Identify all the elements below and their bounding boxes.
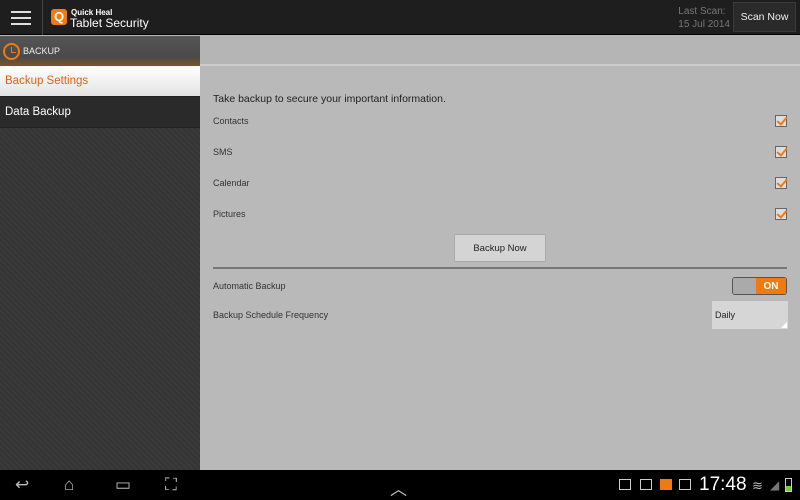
battery-icon <box>785 478 792 492</box>
last-scan-label: Last Scan: <box>678 6 726 17</box>
screenshot-icon[interactable]: ⛶ <box>165 475 177 495</box>
quick-heal-logo: Q <box>51 9 67 25</box>
pictures-label: Pictures <box>213 209 246 219</box>
sidebar: BACKUP Backup Settings Data Backup <box>0 36 200 470</box>
chevron-up-icon[interactable]: ︿ <box>390 475 407 500</box>
recent-apps-icon[interactable]: ▭ <box>115 475 131 495</box>
pictures-row[interactable]: Pictures <box>213 206 787 222</box>
main-header-band <box>200 36 800 66</box>
back-icon[interactable]: ↩ <box>15 475 29 495</box>
gallery-icon <box>619 479 631 490</box>
sidebar-header: BACKUP <box>0 36 200 66</box>
sidebar-item-data-backup[interactable]: Data Backup <box>0 97 200 128</box>
last-scan: Last Scan: 15 Jul 2014 <box>678 5 730 31</box>
system-navigation-bar: ↩ ⌂ ▭ ⛶ ︿ 17:48 ≋ ◢ <box>0 470 800 500</box>
sms-row[interactable]: SMS <box>213 144 787 160</box>
backup-now-button[interactable]: Backup Now <box>454 234 546 262</box>
schedule-row: Backup Schedule Frequency Daily <box>213 301 788 329</box>
sidebar-item-backup-settings[interactable]: Backup Settings <box>0 66 200 97</box>
home-icon[interactable]: ⌂ <box>64 475 74 495</box>
contacts-row[interactable]: Contacts <box>213 113 787 129</box>
hamburger-icon <box>11 10 31 13</box>
signal-icon: ◢ <box>770 478 780 492</box>
pictures-checkbox[interactable] <box>775 208 787 220</box>
calendar-checkbox[interactable] <box>775 177 787 189</box>
wifi-icon: ≋ <box>752 478 763 493</box>
toggle-state: ON <box>756 278 786 294</box>
scan-now-button[interactable]: Scan Now <box>733 2 796 32</box>
sidebar-section-title: BACKUP <box>23 46 61 56</box>
clock-time: 17:48 <box>699 474 747 495</box>
last-scan-date: 15 Jul 2014 <box>678 19 730 30</box>
quick-heal-notification-icon <box>660 479 672 490</box>
automatic-backup-row: Automatic Backup ON <box>213 276 787 296</box>
sms-label: SMS <box>213 147 233 157</box>
contacts-label: Contacts <box>213 116 249 126</box>
sync-icon <box>640 479 652 490</box>
main-panel: Take backup to secure your important inf… <box>200 36 800 470</box>
menu-button[interactable] <box>0 0 43 35</box>
intro-text: Take backup to secure your important inf… <box>213 93 446 105</box>
automatic-backup-toggle[interactable]: ON <box>732 277 787 295</box>
brand-bottom: Tablet Security <box>70 16 149 30</box>
app-header: Q Quick Heal Tablet Security Last Scan: 1… <box>0 0 800 35</box>
calendar-label: Calendar <box>213 178 250 188</box>
divider <box>213 267 787 269</box>
shopping-bag-icon <box>679 479 691 490</box>
contacts-checkbox[interactable] <box>775 115 787 127</box>
automatic-backup-label: Automatic Backup <box>213 281 286 291</box>
schedule-frequency-select[interactable]: Daily <box>712 301 788 329</box>
backup-clock-icon <box>3 42 20 60</box>
calendar-row[interactable]: Calendar <box>213 175 787 191</box>
schedule-label: Backup Schedule Frequency <box>213 310 329 320</box>
sms-checkbox[interactable] <box>775 146 787 158</box>
